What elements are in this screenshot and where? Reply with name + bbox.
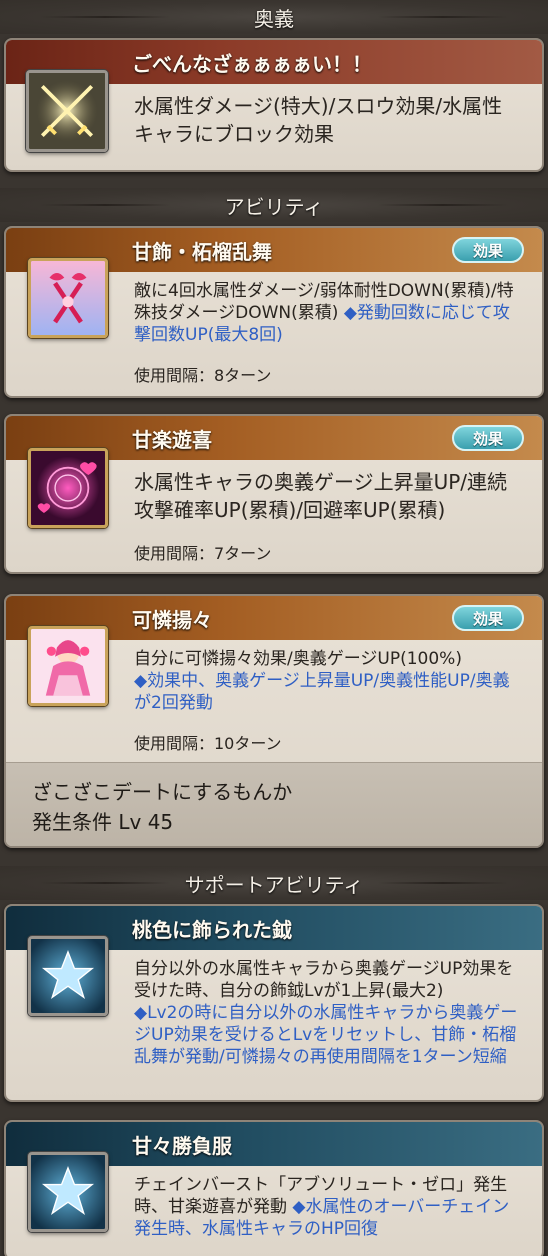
condition-name: ざこざこデートにするもんか <box>32 780 293 804</box>
support-name: 桃色に飾られた鉞 <box>132 917 292 942</box>
effect-button[interactable]: 効果 <box>452 237 524 263</box>
ability-desc: 敵に4回水属性ダメージ/弱体耐性DOWN(累積)/特殊技ダメージDOWN(累積)… <box>134 280 520 346</box>
desc-text: 自分に可憐揚々効果/奥義ゲージUP(100%) <box>134 649 462 669</box>
support-desc: チェインバースト「アブソリュート・ゼロ」発生時、甘楽遊喜が発動 ◆水属性のオーバ… <box>134 1174 520 1240</box>
heart-sparkle-icon <box>28 448 108 528</box>
unlock-condition: ざこざこデートにするもんか 発生条件 Lv 45 <box>6 762 542 846</box>
ougi-desc: 水属性ダメージ(特大)/スロウ効果/水属性キャラにブロック効果 <box>134 94 503 146</box>
star-icon <box>28 1152 108 1232</box>
ougi-name: ごべんなざぁぁぁぁい！！ <box>132 51 372 76</box>
cooldown-label: 使用間隔：7ターン <box>134 544 272 563</box>
ability-name: 甘楽遊喜 <box>132 427 212 452</box>
support-desc: 自分以外の水属性キャラから奥義ゲージUP効果を受けた時、自分の飾鉞Lvが1上昇(… <box>134 958 520 1068</box>
crossed-swords-icon <box>26 70 108 152</box>
character-portrait-icon <box>28 626 108 706</box>
effect-button[interactable]: 効果 <box>452 425 524 451</box>
section-header-abilities: アビリティ <box>0 188 548 222</box>
ability-card-2[interactable]: 甘楽遊喜 効果 水属性キャラの奥義ゲージ上昇量UP/連続攻撃確率UP(累積)/回… <box>4 414 544 574</box>
section-header-ougi: 奥義 <box>0 0 548 34</box>
ability-name: 甘飾・柘榴乱舞 <box>132 239 272 264</box>
effect-button[interactable]: 効果 <box>452 605 524 631</box>
desc-text: 自分以外の水属性キャラから奥義ゲージUP効果を受けた時、自分の飾鉞Lvが1上昇(… <box>134 959 514 1001</box>
condition-level: 発生条件 Lv 45 <box>32 810 174 834</box>
ability-card-1[interactable]: 甘飾・柘榴乱舞 効果 敵に4回水属性ダメージ/弱体耐性DOWN(累積)/特殊技ダ… <box>4 226 544 398</box>
section-title: アビリティ <box>224 194 324 219</box>
ability-desc: 水属性キャラの奥義ゲージ上昇量UP/連続攻撃確率UP(累積)/回避率UP(累積) <box>134 470 508 522</box>
desc-highlight: ◆Lv2の時に自分以外の水属性キャラから奥義ゲージUP効果を受けるとLvをリセッ… <box>134 1003 518 1067</box>
support-card-2[interactable]: 甘々勝負服 チェインバースト「アブソリュート・ゼロ」発生時、甘楽遊喜が発動 ◆水… <box>4 1120 544 1256</box>
ougi-card[interactable]: ごべんなざぁぁぁぁい！！ 水属性ダメージ(特大)/スロウ効果/水属性キャラにブロ… <box>4 38 544 172</box>
section-header-support: サポートアビリティ <box>0 866 548 900</box>
ability-desc: 自分に可憐揚々効果/奥義ゲージUP(100%) ◆効果中、奥義ゲージ上昇量UP/… <box>134 648 520 714</box>
cooldown-label: 使用間隔：8ターン <box>134 366 272 385</box>
desc-highlight: ◆効果中、奥義ゲージ上昇量UP/奥義性能UP/奥義が2回発動 <box>134 671 510 713</box>
support-name: 甘々勝負服 <box>132 1133 232 1158</box>
star-icon <box>28 936 108 1016</box>
cooldown-label: 使用間隔：10ターン <box>134 734 282 753</box>
support-card-1[interactable]: 桃色に飾られた鉞 自分以外の水属性キャラから奥義ゲージUP効果を受けた時、自分の… <box>4 904 544 1102</box>
ability-name: 可憐揚々 <box>132 607 212 632</box>
section-title: サポートアビリティ <box>184 872 364 897</box>
ability-card-3[interactable]: 可憐揚々 効果 自分に可憐揚々効果/奥義ゲージUP(100%) ◆効果中、奥義ゲ… <box>4 594 544 848</box>
ribbon-weapon-icon <box>28 258 108 338</box>
section-title: 奥義 <box>254 6 294 31</box>
